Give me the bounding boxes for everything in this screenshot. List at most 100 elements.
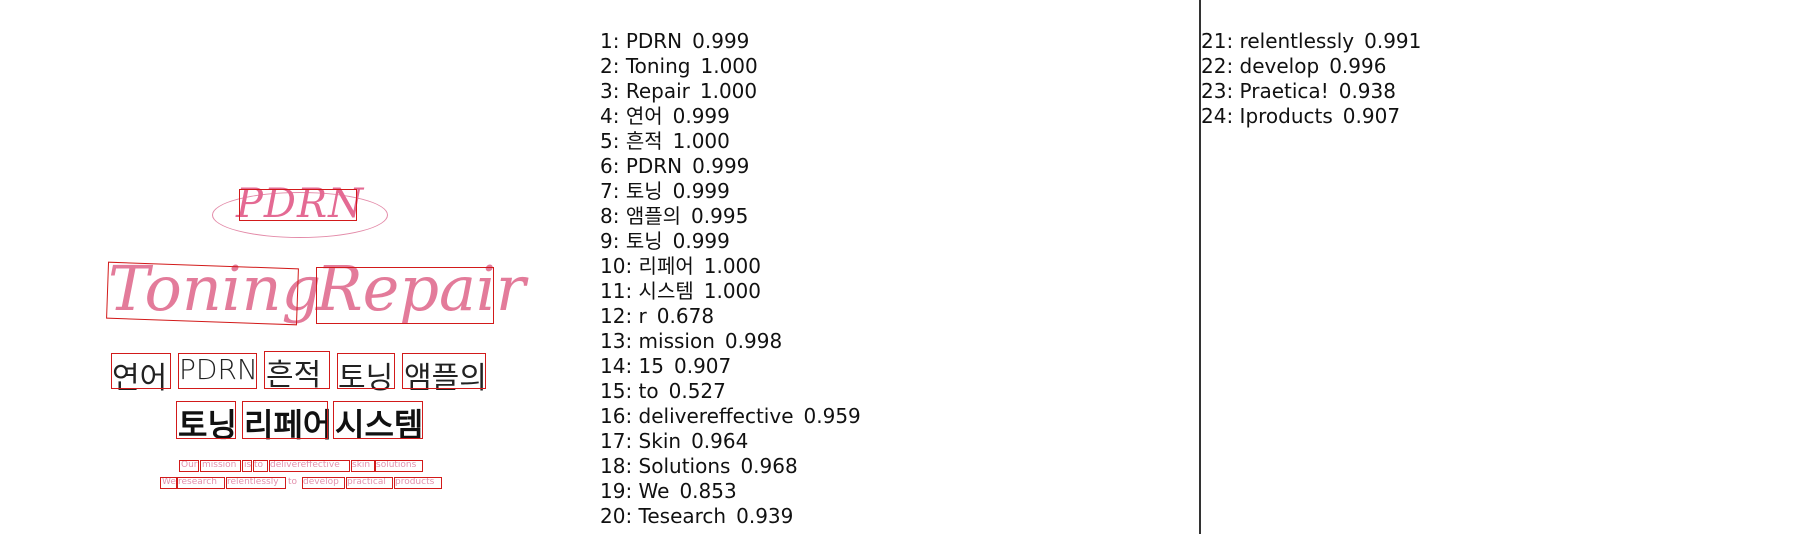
result-item: 12: r 0.678	[600, 304, 861, 329]
result-score: 0.527	[668, 379, 726, 403]
result-item: 22: develop 0.996	[1201, 54, 1421, 79]
result-label: 7: 토닝	[600, 179, 663, 203]
result-item: 20: Tesearch 0.939	[600, 504, 861, 529]
result-label: 1: PDRN	[600, 29, 683, 53]
result-score: 0.999	[672, 104, 730, 128]
result-score: 1.000	[699, 79, 758, 103]
detection-box-10	[242, 401, 328, 439]
result-label: 13: mission	[600, 329, 715, 353]
result-score: 0.999	[672, 179, 730, 203]
result-label: 18: Solutions	[600, 454, 731, 478]
result-score: 1.000	[672, 129, 730, 153]
result-item: 19: We 0.853	[600, 479, 861, 504]
result-item: 10: 리페어 1.000	[600, 254, 861, 279]
result-item: 11: 시스템 1.000	[600, 279, 861, 304]
detection-box-3	[316, 267, 494, 324]
result-item: 17: Skin 0.964	[600, 429, 861, 454]
result-item: 23: Praetica! 0.938	[1201, 79, 1421, 104]
detection-box-11	[333, 401, 423, 439]
result-label: 21: relentlessly	[1201, 29, 1355, 53]
detection-box-2	[106, 261, 299, 326]
detection-box-8	[402, 353, 486, 389]
detection-box-19	[160, 477, 177, 489]
detection-box-1	[239, 189, 357, 221]
result-score: 0.995	[691, 204, 749, 228]
result-score: 0.853	[679, 479, 737, 503]
result-item: 21: relentlessly 0.991	[1201, 29, 1421, 54]
result-score: 0.678	[656, 304, 715, 328]
result-label: 10: 리페어	[600, 254, 694, 278]
result-score: 0.964	[691, 429, 749, 453]
result-score: 0.999	[692, 154, 750, 178]
result-item: 6: PDRN 0.999	[600, 154, 861, 179]
detection-box-23	[346, 477, 393, 489]
results-list-1: 1: PDRN 0.999 2: Toning 1.000 3: Repair 1.000…	[600, 29, 861, 529]
result-score: 0.999	[672, 229, 730, 253]
result-item: 13: mission 0.998	[600, 329, 861, 354]
result-item: 2: Toning 1.000	[600, 54, 861, 79]
result-item: 3: Repair 1.000	[600, 79, 861, 104]
result-label: 11: 시스템	[600, 279, 694, 303]
image-panel: PDRN Toning Repair 연어 PDRN 흔적 토닝 앰플의 토닝 …	[0, 0, 600, 534]
results-list-2: 21: relentlessly 0.991 22: develop 0.996 23:…	[1201, 29, 1421, 129]
detection-box-7	[337, 353, 395, 389]
result-label: 3: Repair	[600, 79, 690, 103]
result-score: 1.000	[703, 254, 762, 278]
result-score: 1.000	[703, 279, 762, 303]
results-panel-1: 1: PDRN 0.999 2: Toning 1.000 3: Repair 1.000…	[600, 0, 1199, 534]
detection-box-22	[302, 477, 345, 489]
result-item: 15: to 0.527	[600, 379, 861, 404]
detection-box-24	[394, 477, 442, 489]
detection-box-14	[242, 460, 252, 472]
detection-box-13	[200, 460, 241, 472]
result-item: 5: 흔적 1.000	[600, 129, 861, 154]
result-score: 0.996	[1329, 54, 1387, 78]
result-label: 24: Iproducts	[1201, 104, 1333, 128]
detection-box-21	[226, 477, 286, 489]
result-label: 9: 토닝	[600, 229, 663, 253]
result-score: 0.999	[692, 29, 750, 53]
result-label: 16: delivereffective	[600, 404, 794, 428]
result-label: 15: to	[600, 379, 659, 403]
results-panel-2: 21: relentlessly 0.991 22: develop 0.996 23:…	[1201, 0, 1800, 534]
result-score: 0.907	[1342, 104, 1401, 128]
result-item: 14: 15 0.907	[600, 354, 861, 379]
result-item: 24: Iproducts 0.907	[1201, 104, 1421, 129]
detection-box-15	[253, 460, 268, 472]
detection-box-16	[269, 460, 350, 472]
result-score: 0.907	[674, 354, 732, 378]
result-item: 16: delivereffective 0.959	[600, 404, 861, 429]
result-label: 19: We	[600, 479, 670, 503]
detection-box-5	[178, 353, 257, 389]
result-item: 18: Solutions 0.968	[600, 454, 861, 479]
result-label: 14: 15	[600, 354, 664, 378]
result-label: 5: 흔적	[600, 129, 663, 153]
result-score: 0.938	[1338, 79, 1396, 103]
result-label: 22: develop	[1201, 54, 1320, 78]
result-score: 0.959	[803, 404, 861, 428]
result-item: 9: 토닝 0.999	[600, 229, 861, 254]
result-item: 8: 앰플의 0.995	[600, 204, 861, 229]
result-label: 6: PDRN	[600, 154, 683, 178]
result-label: 2: Toning	[600, 54, 691, 78]
detection-box-12	[179, 460, 199, 472]
result-score: 0.998	[724, 329, 783, 353]
result-label: 12: r	[600, 304, 647, 328]
result-label: 4: 연어	[600, 104, 663, 128]
detection-box-6	[264, 351, 330, 389]
detection-box-9	[176, 401, 236, 439]
result-score: 1.000	[700, 54, 758, 78]
result-label: 8: 앰플의	[600, 204, 682, 228]
result-label: 17: Skin	[600, 429, 682, 453]
result-label: 20: Tesearch	[600, 504, 727, 528]
result-item: 7: 토닝 0.999	[600, 179, 861, 204]
result-label: 23: Praetica!	[1201, 79, 1329, 103]
result-score: 0.939	[736, 504, 794, 528]
result-item: 4: 연어 0.999	[600, 104, 861, 129]
detection-box-20	[177, 477, 225, 489]
small-word: to	[288, 477, 298, 487]
result-item: 1: PDRN 0.999	[600, 29, 861, 54]
detection-box-4	[111, 353, 171, 389]
detection-box-17	[351, 460, 375, 472]
result-score: 0.991	[1364, 29, 1422, 53]
